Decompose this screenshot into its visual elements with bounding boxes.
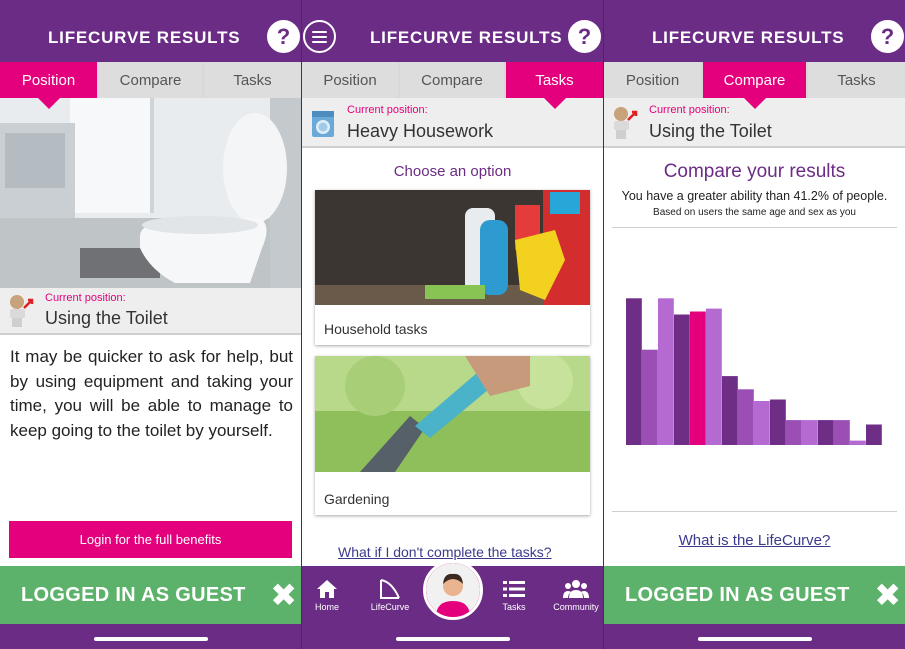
what-is-lifecurve-link[interactable]: What is the LifeCurve? bbox=[604, 532, 905, 549]
tab-compare[interactable]: Compare bbox=[703, 62, 806, 109]
nav-lifecurve[interactable]: LifeCurve bbox=[360, 576, 420, 612]
option-label: Gardening bbox=[324, 491, 390, 507]
menu-icon bbox=[312, 30, 327, 43]
tab-compare[interactable]: Compare bbox=[400, 62, 504, 98]
incomplete-tasks-link[interactable]: What if I don't complete the tasks? bbox=[338, 544, 552, 560]
chart-bar bbox=[690, 311, 706, 445]
option-card-gardening[interactable]: Gardening bbox=[315, 353, 590, 515]
help-button[interactable]: ? bbox=[568, 20, 601, 53]
chart-bar bbox=[706, 308, 722, 445]
chart-bar bbox=[642, 349, 658, 445]
close-icon[interactable]: ✖ bbox=[874, 579, 901, 611]
help-icon: ? bbox=[880, 23, 895, 49]
chart-bar bbox=[786, 420, 802, 445]
header-title: LIFECURVE RESULTS bbox=[48, 28, 241, 47]
menu-button[interactable] bbox=[303, 20, 336, 53]
app-header: LIFECURVE RESULTS ? bbox=[302, 0, 603, 62]
guest-banner-text: LOGGED IN AS GUEST bbox=[625, 584, 850, 606]
tasks-panel: LIFECURVE RESULTS ? Position Compare Tas… bbox=[302, 0, 603, 649]
chart-bar bbox=[738, 389, 754, 445]
guest-banner: LOGGED IN AS GUEST ✖ bbox=[604, 566, 905, 624]
toilet-icon bbox=[614, 107, 638, 139]
chart-bar bbox=[658, 298, 674, 445]
chart-bar bbox=[626, 298, 642, 445]
current-position-value: Using the Toilet bbox=[45, 308, 168, 328]
compare-panel: LIFECURVE RESULTS ? Position Compare Tas… bbox=[604, 0, 905, 649]
current-position-value: Using the Toilet bbox=[649, 121, 772, 141]
chart-bar bbox=[834, 420, 850, 445]
home-icon bbox=[317, 580, 337, 598]
footer-bar bbox=[302, 624, 603, 649]
help-icon: ? bbox=[276, 23, 291, 49]
nav-home[interactable]: Home bbox=[302, 576, 357, 612]
current-position-value: Heavy Housework bbox=[347, 121, 494, 141]
profile-avatar[interactable] bbox=[423, 560, 483, 620]
compare-title: Compare your results bbox=[663, 161, 846, 182]
chart-bar bbox=[818, 420, 834, 445]
tab-tasks[interactable]: Tasks bbox=[204, 62, 301, 98]
footer-bar bbox=[0, 624, 301, 649]
divider bbox=[612, 511, 897, 512]
home-indicator[interactable] bbox=[395, 637, 510, 641]
compare-summary: You have a greater ability than 41.2% of… bbox=[621, 189, 888, 203]
help-icon: ? bbox=[577, 23, 592, 49]
home-indicator[interactable] bbox=[93, 637, 208, 641]
footer-bar bbox=[604, 624, 905, 649]
header-title: LIFECURVE RESULTS bbox=[370, 28, 563, 47]
tab-compare[interactable]: Compare bbox=[99, 62, 202, 98]
washing-machine-icon bbox=[312, 111, 334, 137]
tab-position[interactable]: Position bbox=[0, 62, 97, 109]
header-title: LIFECURVE RESULTS bbox=[652, 28, 845, 47]
option-label: Household tasks bbox=[324, 321, 428, 337]
guest-banner: LOGGED IN AS GUEST ✖ bbox=[0, 566, 301, 624]
tab-bar: Position Compare Tasks bbox=[604, 62, 905, 109]
choose-option-heading: Choose an option bbox=[393, 163, 512, 180]
bathroom-photo bbox=[0, 98, 301, 288]
chart-bar bbox=[850, 440, 866, 445]
option-card-household[interactable]: Household tasks bbox=[315, 190, 590, 345]
toilet-icon bbox=[10, 295, 34, 327]
chart-bar bbox=[770, 399, 786, 445]
help-button[interactable]: ? bbox=[267, 20, 300, 53]
community-icon bbox=[563, 580, 589, 598]
login-button[interactable]: Login for the full benefits bbox=[9, 521, 292, 558]
avatar-icon bbox=[426, 563, 480, 617]
tab-bar: Position Compare Tasks bbox=[302, 62, 603, 109]
current-position-label: Current position: bbox=[347, 104, 428, 116]
help-button[interactable]: ? bbox=[871, 20, 904, 53]
current-position-label: Current position: bbox=[649, 104, 730, 116]
chart-bar bbox=[674, 314, 690, 445]
compare-basis: Based on users the same age and sex as y… bbox=[653, 207, 856, 218]
chart-bar bbox=[722, 376, 738, 445]
chart-bar bbox=[802, 420, 818, 445]
tab-position[interactable]: Position bbox=[302, 62, 398, 98]
tab-tasks[interactable]: Tasks bbox=[506, 62, 603, 109]
chart-bar bbox=[866, 424, 882, 445]
household-photo bbox=[315, 190, 590, 305]
nav-tasks[interactable]: Tasks bbox=[484, 576, 544, 612]
app-header: LIFECURVE RESULTS ? bbox=[604, 0, 905, 62]
comparison-bar-chart bbox=[626, 298, 882, 445]
nav-community[interactable]: Community bbox=[546, 576, 603, 612]
tab-bar: Position Compare Tasks bbox=[0, 62, 301, 109]
app-header: LIFECURVE RESULTS ? bbox=[0, 0, 301, 62]
close-icon[interactable]: ✖ bbox=[270, 579, 297, 611]
tab-position[interactable]: Position bbox=[604, 62, 701, 98]
lifecurve-icon bbox=[380, 579, 400, 599]
guest-banner-text: LOGGED IN AS GUEST bbox=[21, 584, 246, 606]
gardening-photo bbox=[315, 353, 590, 472]
home-indicator[interactable] bbox=[697, 637, 812, 641]
position-panel: LIFECURVE RESULTS ? Position Compare Tas… bbox=[0, 0, 301, 649]
current-position-bar: Current position: Using the Toilet bbox=[0, 288, 301, 335]
list-icon bbox=[503, 581, 525, 597]
current-position-label: Current position: bbox=[45, 292, 126, 304]
chart-bar bbox=[754, 401, 770, 445]
tab-tasks[interactable]: Tasks bbox=[808, 62, 905, 98]
advice-text: It may be quicker to ask for help, but b… bbox=[10, 347, 293, 440]
